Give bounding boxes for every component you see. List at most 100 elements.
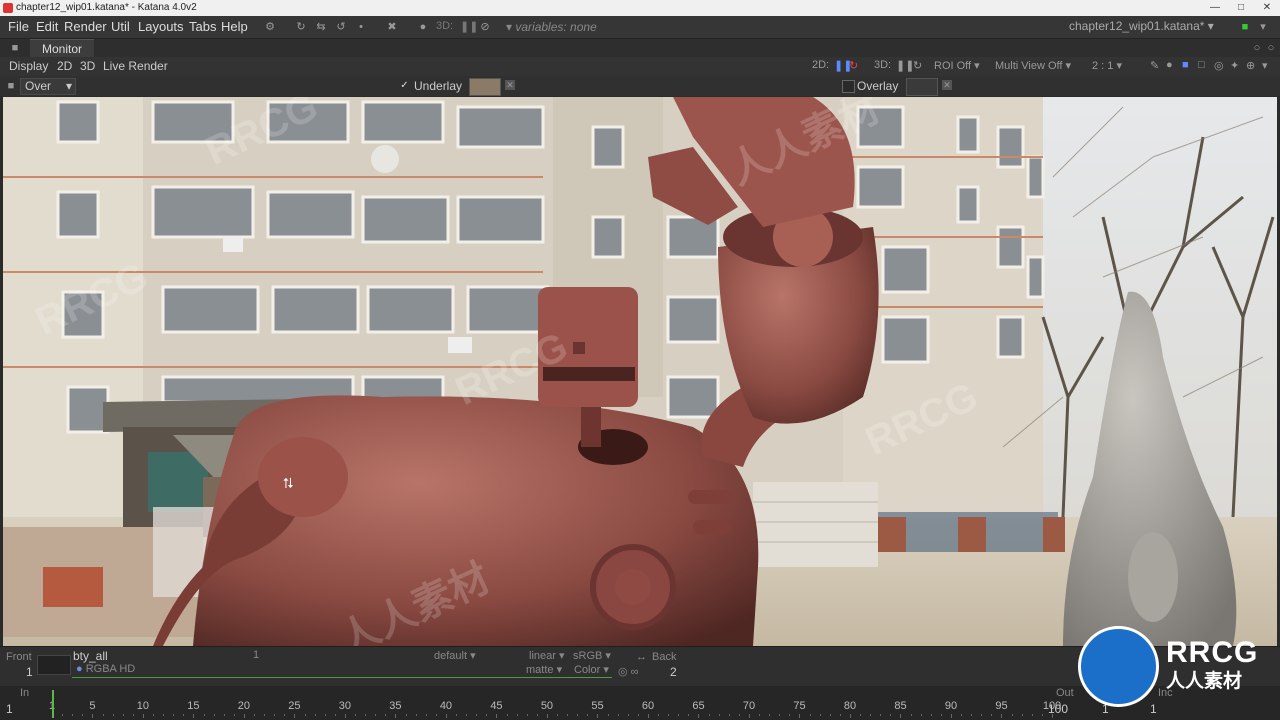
pause-icon[interactable]: ❚❚ <box>460 20 478 33</box>
ratio-dropdown[interactable]: 2 : 1 ▾ <box>1092 59 1122 72</box>
timeline-tick <box>163 714 165 716</box>
menu-edit[interactable]: Edit <box>36 19 58 34</box>
timeline-tick <box>415 714 417 716</box>
render-toggle-icon[interactable]: ✖ <box>385 20 399 34</box>
brush-icon[interactable]: ✎ <box>1150 59 1159 72</box>
timeline-ruler[interactable]: 1510152025303540455055606570758085909510… <box>49 700 1061 718</box>
menu-3d[interactable]: 3D <box>80 59 95 73</box>
menu-util[interactable]: Util <box>111 19 130 34</box>
comment-icon[interactable]: ● <box>1166 59 1173 71</box>
channel-icon[interactable]: ■ <box>1182 59 1189 71</box>
frame-icon[interactable]: □ <box>1198 59 1205 71</box>
timeline-tick <box>173 714 175 716</box>
timeline-tick <box>314 714 316 716</box>
timeline-tick <box>698 714 700 718</box>
underlay-thumbnail[interactable] <box>469 78 501 96</box>
timeline-tick <box>233 714 235 716</box>
menu-display[interactable]: Display <box>9 59 48 73</box>
out-value[interactable]: 100 <box>1048 702 1068 716</box>
timeline-tick <box>466 714 468 716</box>
composite-mode-select[interactable]: Over ▾ <box>20 78 76 95</box>
crosshair-icon[interactable]: ⊕ <box>1246 59 1255 72</box>
maximize-button[interactable]: □ <box>1228 0 1254 16</box>
repeat-icon[interactable]: ↺ <box>334 20 348 34</box>
view-icon[interactable]: ◎ <box>1214 59 1224 72</box>
2d-refresh-icon[interactable]: ↻ <box>849 59 858 72</box>
panel-close-icon[interactable]: ○ <box>1264 41 1278 55</box>
tab-monitor[interactable]: Monitor <box>30 39 95 58</box>
timeline-tick-label: 25 <box>288 700 301 712</box>
inc-value[interactable]: 1 <box>1150 702 1157 716</box>
more-options-icon[interactable]: ▾ <box>1256 20 1270 34</box>
timeline-tick <box>355 714 357 716</box>
colorspace-dropdown[interactable]: linear ▾ <box>529 649 564 662</box>
lut-dropdown[interactable]: default ▾ <box>434 649 476 662</box>
3d-refresh-icon[interactable]: ↻ <box>913 59 922 72</box>
stop-icon[interactable]: ⊘ <box>478 20 492 34</box>
rrcg-logo-icon <box>1078 626 1159 707</box>
underlay-clear-icon[interactable]: ✕ <box>505 80 515 90</box>
timeline-tick <box>344 714 346 718</box>
menu-help[interactable]: Help <box>221 19 248 34</box>
in-value[interactable]: 1 <box>6 702 13 716</box>
timeline-tick <box>890 714 892 716</box>
mode-3d-label: 3D: <box>436 20 454 32</box>
timeline-playhead[interactable] <box>52 690 54 718</box>
status-indicator-icon: ■ <box>1241 21 1249 33</box>
refresh-icon[interactable]: ↻ <box>294 20 308 34</box>
toolbar-menu-icon[interactable]: ▾ <box>1262 59 1268 72</box>
panel-float-icon[interactable]: ○ <box>1250 41 1264 55</box>
timeline-tick <box>264 714 266 716</box>
timeline-tick <box>647 714 649 718</box>
logo-subtext: 人人素材 <box>1166 671 1243 692</box>
timeline-tick <box>395 714 397 718</box>
timeline-tick <box>294 714 296 718</box>
timeline-tick <box>567 714 569 716</box>
swap-icon[interactable]: ↔ <box>636 651 647 663</box>
timeline-tick <box>678 714 680 716</box>
timeline-tick <box>900 714 902 718</box>
menu-render[interactable]: Render <box>64 19 107 34</box>
multiview-dropdown[interactable]: Multi View Off ▾ <box>995 59 1071 72</box>
close-button[interactable]: ✕ <box>1254 0 1280 16</box>
timeline-tick <box>62 714 64 716</box>
timeline-tick <box>304 714 306 716</box>
3d-pause-icon[interactable]: ❚❚ <box>896 59 914 72</box>
underlay-checkbox[interactable]: ✓ <box>399 80 410 91</box>
minimize-button[interactable]: — <box>1202 0 1228 16</box>
compare-icon[interactable]: ◎ ∞ <box>618 665 639 678</box>
variables-dropdown[interactable]: ▾ variables: none <box>506 20 597 34</box>
render-status-icon: ● <box>419 21 427 33</box>
sync-icon[interactable]: ⇆ <box>314 20 328 34</box>
timeline-tick <box>728 714 730 716</box>
timeline-tick-label: 65 <box>692 700 705 712</box>
roi-dropdown[interactable]: ROI Off ▾ <box>934 59 980 72</box>
menu-2d[interactable]: 2D <box>57 59 72 73</box>
menu-file[interactable]: File <box>8 19 29 34</box>
timeline-tick <box>789 714 791 716</box>
channel-dropdown[interactable]: Color ▾ <box>574 663 609 676</box>
menu-layouts[interactable]: Layouts <box>138 19 184 34</box>
timeline-tick <box>82 714 84 716</box>
timeline-tick <box>526 714 528 716</box>
render-viewport[interactable]: RRCG 人人素材 RRCG RRCG 人人素材 RRCG <box>3 97 1277 646</box>
timeline-tick <box>486 714 488 716</box>
project-name-dropdown[interactable]: chapter12_wip01.katana* ▾ <box>1069 19 1214 33</box>
menu-live-render[interactable]: Live Render <box>103 59 168 73</box>
overlay-clear-icon[interactable]: ✕ <box>942 80 952 90</box>
timeline-tick <box>1031 714 1033 716</box>
timeline-tick <box>708 714 710 716</box>
settings-gear-icon[interactable]: ⚙ <box>263 20 277 34</box>
timeline-tick <box>142 714 144 718</box>
alpha-dropdown[interactable]: matte ▾ <box>526 663 562 676</box>
overlay-thumbnail[interactable] <box>906 78 938 96</box>
view-label: Front <box>6 651 32 663</box>
pick-icon[interactable]: ✦ <box>1230 59 1239 72</box>
menu-tabs[interactable]: Tabs <box>189 19 216 34</box>
pin-icon[interactable]: • <box>354 20 368 34</box>
overlay-checkbox[interactable] <box>842 80 855 93</box>
panel-menu-icon[interactable]: ■ <box>8 41 22 55</box>
timeline-tick <box>1011 714 1013 716</box>
display-dropdown[interactable]: sRGB ▾ <box>573 649 611 662</box>
timeline-tick-label: 55 <box>591 700 604 712</box>
